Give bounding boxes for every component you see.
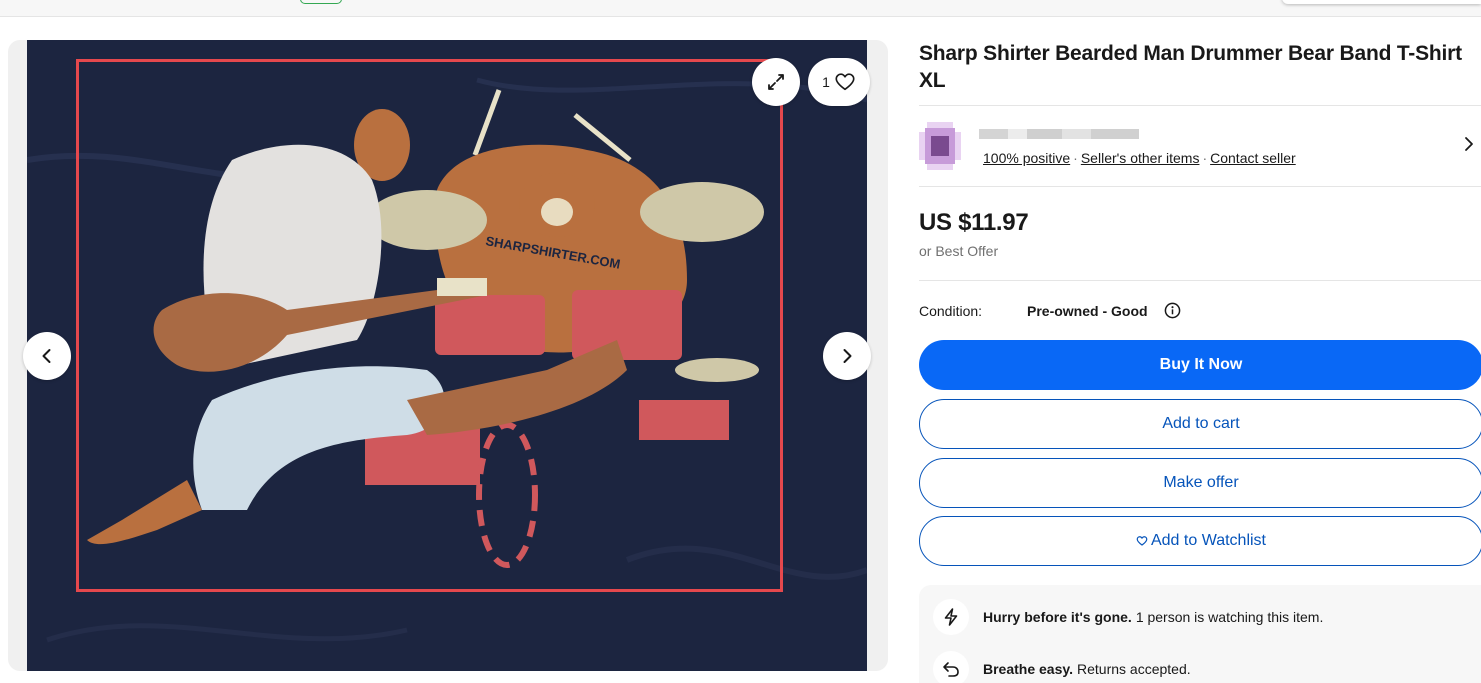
return-icon-wrap [933, 651, 969, 683]
buy-it-now-button[interactable]: Buy It Now [919, 340, 1481, 390]
seller-other-items-link[interactable]: Seller's other items [1081, 150, 1200, 166]
seller-card[interactable]: 100% positive · Seller's other items · Conta… [919, 106, 1481, 186]
signal-text: 1 person is watching this item. [1135, 609, 1324, 625]
next-image-button[interactable] [823, 332, 871, 380]
watch-count-button[interactable]: 1 [808, 58, 870, 106]
top-bar-badge [300, 0, 342, 4]
previous-image-button[interactable] [23, 332, 71, 380]
top-bar [0, 0, 1481, 17]
chevron-right-icon [843, 349, 852, 363]
best-offer-label: or Best Offer [919, 243, 999, 259]
chevron-right-icon [1465, 137, 1473, 151]
heart-icon [1136, 536, 1148, 546]
price-block: US $11.97 or Best Offer [919, 187, 1481, 280]
condition-label: Condition: [919, 303, 983, 319]
info-icon[interactable] [1164, 302, 1181, 319]
watch-count: 1 [822, 74, 830, 90]
seller-avatar [919, 122, 961, 170]
trust-signals-panel: Hurry before it's gone. 1 person is watc… [919, 585, 1481, 683]
lightning-icon-wrap [933, 599, 969, 635]
lightning-icon [944, 608, 958, 626]
expand-image-button[interactable] [752, 58, 800, 106]
dropdown-panel-edge [1282, 0, 1481, 4]
return-arrow-icon [943, 662, 959, 677]
add-to-watchlist-button[interactable]: Add to Watchlist [919, 516, 1481, 566]
item-price: US $11.97 [919, 209, 1029, 236]
chevron-left-icon [42, 349, 51, 363]
signal-bold-text: Breathe easy. [983, 661, 1074, 677]
contact-seller-link[interactable]: Contact seller [1210, 150, 1296, 166]
feedback-link[interactable]: 100% positive [983, 150, 1070, 166]
add-to-watchlist-label: Add to Watchlist [1150, 532, 1266, 549]
signal-bold-text: Hurry before it's gone. [983, 609, 1132, 625]
add-to-cart-button[interactable]: Add to cart [919, 399, 1481, 449]
heart-icon [835, 73, 855, 91]
condition-value: Pre-owned - Good [1027, 303, 1148, 319]
seller-links: 100% positive · Seller's other items · Conta… [983, 150, 1296, 166]
product-photo[interactable]: SHARPSHIRTER.COM [27, 40, 867, 671]
item-title: Sharp Shirter Bearded Man Drummer Bear B… [919, 42, 1462, 92]
tshirt-graphic-illustration: SHARPSHIRTER.COM [27, 40, 867, 671]
expand-arrows-icon [768, 74, 784, 90]
make-offer-button[interactable]: Make offer [919, 458, 1481, 508]
condition-row: Condition: Pre-owned - Good [919, 281, 1481, 339]
signal-row-returns: Breathe easy. Returns accepted. [933, 651, 1191, 683]
item-details-panel: Sharp Shirter Bearded Man Drummer Bear B… [919, 40, 1481, 339]
signal-row-watchers: Hurry before it's gone. 1 person is watc… [933, 599, 1323, 635]
seller-name-redacted [979, 129, 1139, 139]
image-gallery: SHARPSHIRTER.COM [8, 40, 888, 671]
signal-text: Returns accepted. [1077, 661, 1191, 677]
